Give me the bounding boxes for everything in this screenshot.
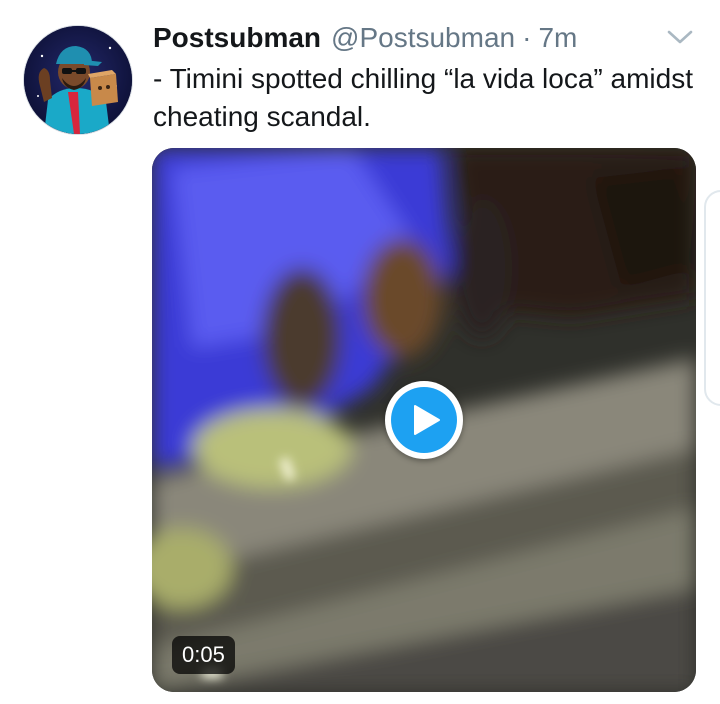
avatar[interactable] (24, 26, 132, 134)
tweet-text: - Timini spotted chilling “la vida loca”… (153, 63, 693, 132)
display-name[interactable]: Postsubman (153, 22, 321, 54)
video-player[interactable]: 0:05 (152, 148, 696, 692)
next-card-edge (704, 190, 720, 406)
separator-dot: · (522, 22, 532, 53)
play-icon (391, 387, 457, 453)
user-handle[interactable]: @Postsubman (331, 22, 515, 54)
video-duration-badge: 0:05 (172, 636, 235, 674)
tweet-card[interactable]: Postsubman @Postsubman · 7m - Timini spo… (0, 0, 720, 704)
timestamp[interactable]: 7m (538, 22, 577, 54)
chevron-down-icon[interactable] (666, 26, 694, 48)
play-button[interactable] (385, 381, 463, 459)
tweet-header: Postsubman @Postsubman · 7m (153, 22, 577, 58)
